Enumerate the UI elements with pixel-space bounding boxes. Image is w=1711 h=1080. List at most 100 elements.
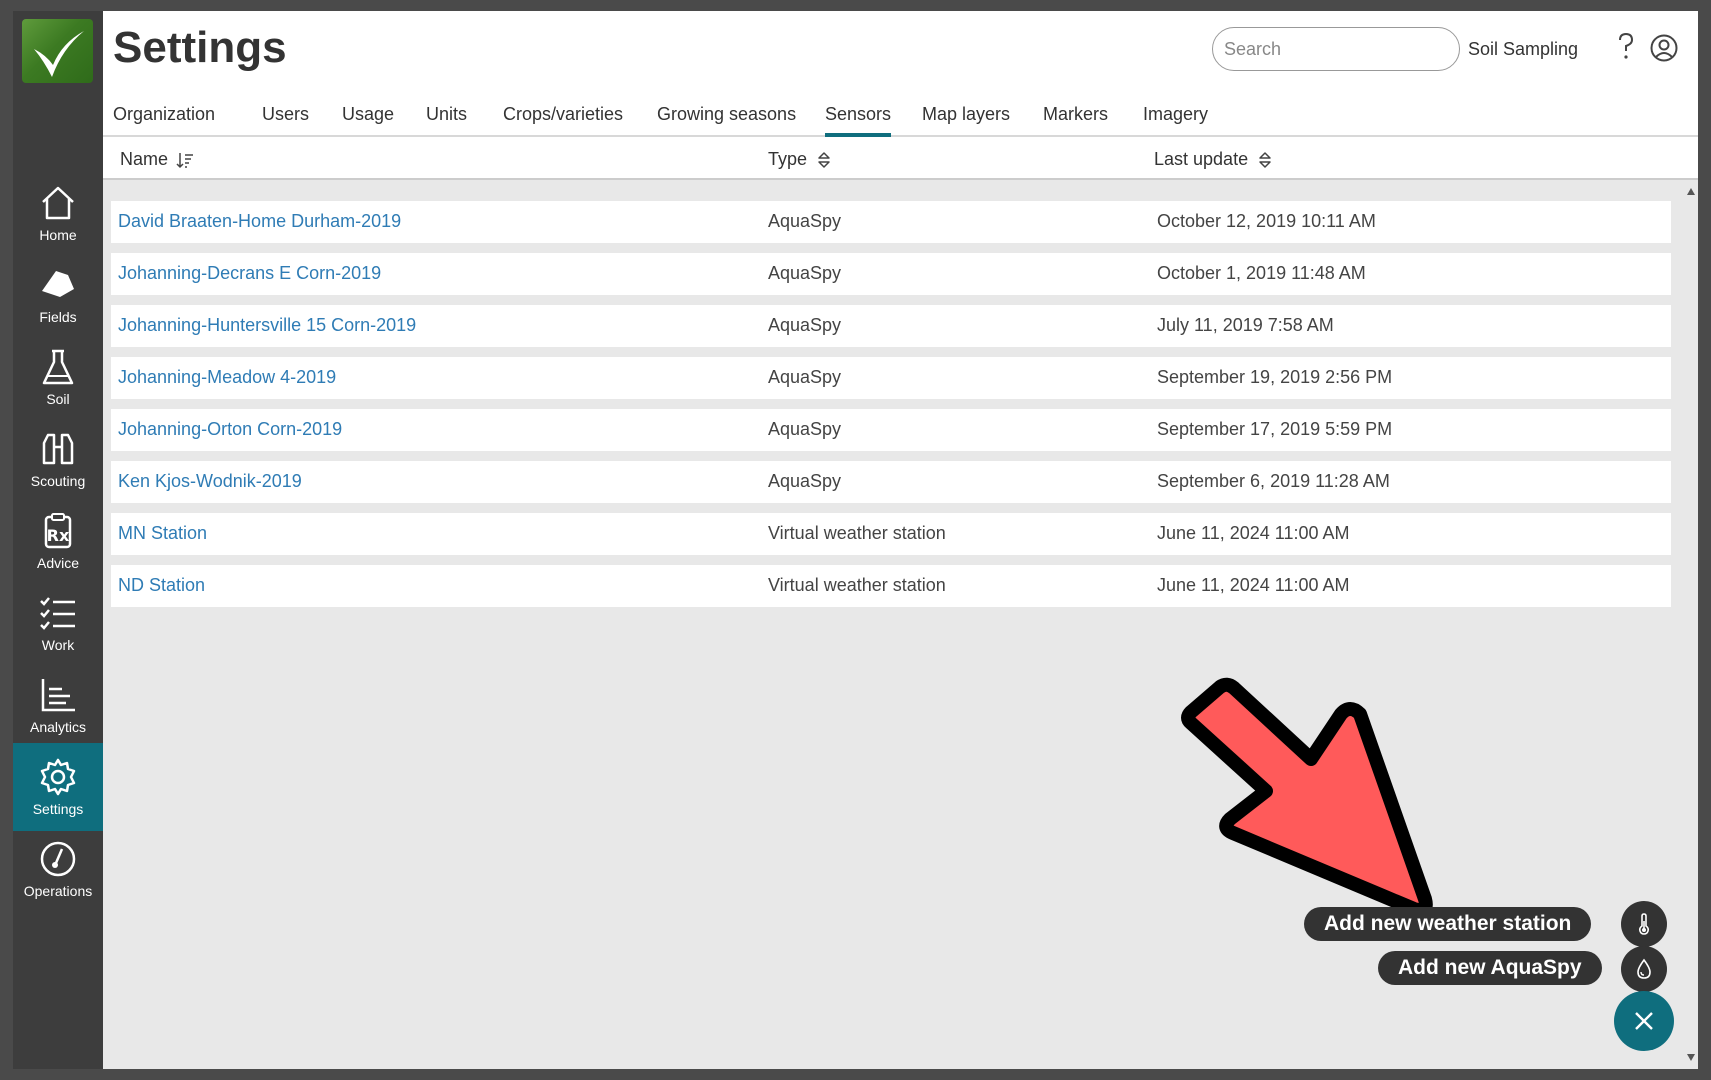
operations-icon: [40, 841, 76, 877]
table-row[interactable]: David Braaten-Home Durham-2019 AquaSpy O…: [111, 201, 1671, 243]
sidebar-item-settings[interactable]: Settings: [13, 743, 103, 831]
table-row[interactable]: Johanning-Meadow 4-2019 AquaSpy Septembe…: [111, 357, 1671, 399]
page-title: Settings: [113, 23, 287, 72]
tab-map-layers[interactable]: Map layers: [922, 104, 1010, 133]
add-aquaspy-button[interactable]: Add new AquaSpy: [1378, 951, 1602, 985]
sidebar-item-label: Scouting: [30, 473, 86, 489]
sidebar-item-label: Home: [39, 227, 77, 243]
sidebar-item-work[interactable]: Work: [13, 579, 103, 667]
sort-toggle-icon: [1259, 151, 1271, 168]
binoculars-icon: [42, 433, 74, 465]
sensor-type: Virtual weather station: [768, 523, 946, 543]
column-header-type[interactable]: Type: [768, 149, 833, 170]
sensor-last-update: June 11, 2024 11:00 AM: [1157, 575, 1350, 595]
sensor-last-update: June 11, 2024 11:00 AM: [1157, 523, 1350, 543]
sensor-last-update: September 17, 2019 5:59 PM: [1157, 419, 1393, 439]
table-row[interactable]: ND Station Virtual weather station June …: [111, 565, 1671, 607]
sensor-last-update: September 19, 2019 2:56 PM: [1157, 367, 1393, 387]
tab-crops-varieties[interactable]: Crops/varieties: [503, 104, 623, 133]
sidebar-item-label: Work: [41, 637, 75, 653]
tab-markers[interactable]: Markers: [1043, 104, 1108, 133]
sidebar-item-soil[interactable]: Soil: [13, 333, 103, 421]
sidebar-item-label: Soil: [46, 391, 70, 407]
soil-sampling-link[interactable]: Soil Sampling: [1468, 39, 1578, 60]
sidebar-item-home[interactable]: Home: [13, 169, 103, 257]
sensor-name-link[interactable]: Johanning-Meadow 4-2019: [118, 367, 336, 388]
table-row[interactable]: Johanning-Orton Corn-2019 AquaSpy Septem…: [111, 409, 1671, 451]
vertical-scrollbar[interactable]: [1684, 180, 1698, 1069]
analytics-icon: [41, 679, 75, 712]
tab-usage[interactable]: Usage: [342, 104, 394, 133]
table-row[interactable]: MN Station Virtual weather station June …: [111, 513, 1671, 555]
sensor-name-link[interactable]: ND Station: [118, 575, 205, 596]
thermometer-icon: [1638, 913, 1650, 935]
tab-units[interactable]: Units: [426, 104, 467, 133]
sensor-type: AquaSpy: [768, 471, 842, 491]
table-row[interactable]: Johanning-Huntersville 15 Corn-2019 Aqua…: [111, 305, 1671, 347]
sensor-type: AquaSpy: [768, 419, 842, 439]
sidebar-item-operations[interactable]: Operations: [13, 825, 103, 913]
sidebar-item-label: Advice: [36, 555, 80, 571]
sidebar-item-analytics[interactable]: Analytics: [13, 661, 103, 749]
column-header-label: Last update: [1154, 149, 1249, 169]
table-row[interactable]: Ken Kjos-Wodnik-2019 AquaSpy September 6…: [111, 461, 1671, 503]
scroll-down-arrow-icon[interactable]: [1687, 1054, 1695, 1061]
sort-toggle-icon: [818, 151, 830, 168]
column-header-name[interactable]: Name: [120, 149, 194, 170]
flask-icon: [42, 349, 74, 385]
sidebar: Home Fields Soil Scouting Rx Advice Work…: [13, 11, 103, 1069]
user-account-icon[interactable]: [1650, 34, 1678, 62]
search-input[interactable]: [1212, 27, 1460, 71]
annotation-arrow-icon: [1181, 677, 1433, 918]
sidebar-item-label: Settings: [32, 801, 84, 817]
sensor-type: AquaSpy: [768, 211, 842, 231]
tab-organization[interactable]: Organization: [113, 104, 215, 133]
sensor-last-update: October 12, 2019 10:11 AM: [1157, 211, 1376, 231]
tab-users[interactable]: Users: [262, 104, 309, 133]
tab-growing-seasons[interactable]: Growing seasons: [657, 104, 796, 133]
add-weather-station-fab[interactable]: [1621, 901, 1667, 947]
sensor-last-update: July 11, 2019 7:58 AM: [1157, 315, 1334, 335]
app-logo[interactable]: [22, 19, 93, 83]
sort-descending-icon: [176, 152, 194, 168]
app-window: Home Fields Soil Scouting Rx Advice Work…: [13, 11, 1698, 1069]
sensor-type: AquaSpy: [768, 315, 842, 335]
sensor-name-link[interactable]: MN Station: [118, 523, 207, 544]
scroll-up-arrow-icon[interactable]: [1687, 188, 1695, 195]
table-header: Name Type Last update: [103, 137, 1698, 180]
sensor-type: AquaSpy: [768, 263, 842, 283]
add-aquaspy-fab[interactable]: [1621, 946, 1667, 992]
close-fab-button[interactable]: [1614, 991, 1674, 1051]
help-icon[interactable]: [1613, 31, 1639, 61]
sensor-name-link[interactable]: Johanning-Orton Corn-2019: [118, 419, 342, 440]
add-weather-station-button[interactable]: Add new weather station: [1304, 907, 1592, 941]
tab-imagery[interactable]: Imagery: [1143, 104, 1208, 133]
column-header-label: Name: [120, 149, 169, 169]
home-icon: [42, 186, 74, 220]
close-icon: [1635, 1012, 1653, 1030]
sidebar-item-scouting[interactable]: Scouting: [13, 415, 103, 503]
sensor-name-link[interactable]: Johanning-Decrans E Corn-2019: [118, 263, 381, 284]
checklist-icon: [40, 597, 75, 630]
sidebar-item-fields[interactable]: Fields: [13, 251, 103, 339]
sensor-last-update: September 6, 2019 11:28 AM: [1157, 471, 1390, 491]
sensor-type: Virtual weather station: [768, 575, 946, 595]
sensor-name-link[interactable]: Johanning-Huntersville 15 Corn-2019: [118, 315, 416, 336]
leaf-logo-icon: [34, 31, 84, 77]
svg-text:Rx: Rx: [47, 526, 70, 545]
tab-sensors[interactable]: Sensors: [825, 104, 892, 137]
sidebar-item-advice[interactable]: Rx Advice: [13, 497, 103, 585]
water-drop-icon: [1637, 958, 1651, 979]
column-header-label: Type: [768, 149, 808, 169]
gear-icon: [40, 758, 76, 796]
sensor-name-link[interactable]: Ken Kjos-Wodnik-2019: [118, 471, 302, 492]
prescription-icon: Rx: [44, 513, 72, 549]
sidebar-item-label: Operations: [23, 883, 93, 899]
sensor-name-link[interactable]: David Braaten-Home Durham-2019: [118, 211, 401, 232]
sidebar-item-label: Fields: [39, 309, 77, 325]
sensor-last-update: October 1, 2019 11:48 AM: [1157, 263, 1366, 283]
column-header-last-update[interactable]: Last update: [1154, 149, 1274, 170]
table-row[interactable]: Johanning-Decrans E Corn-2019 AquaSpy Oc…: [111, 253, 1671, 295]
sensor-type: AquaSpy: [768, 367, 842, 387]
sidebar-item-label: Analytics: [29, 719, 87, 735]
